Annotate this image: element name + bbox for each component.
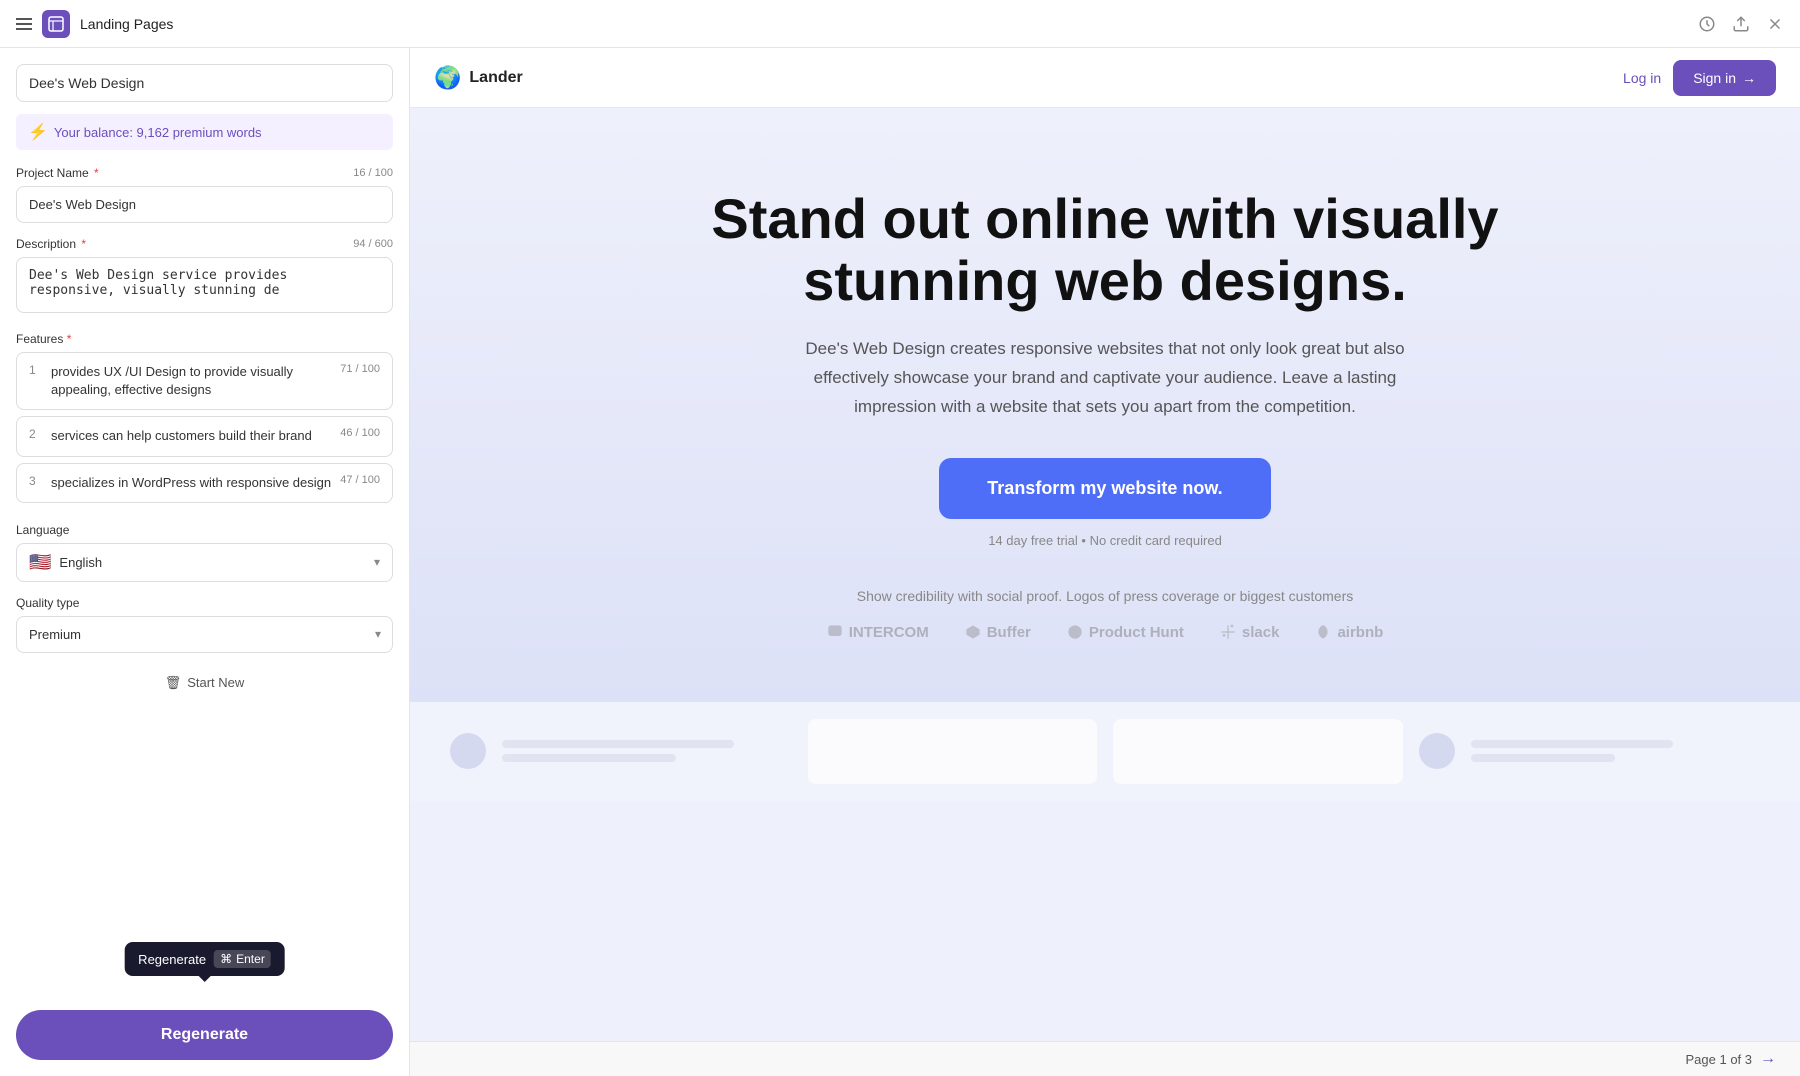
- balance-badge: ⚡ Your balance: 9,162 premium words: [16, 114, 393, 150]
- cmd-icon: ⌘: [220, 952, 232, 966]
- preview-brand: 🌍 Lander: [434, 65, 523, 91]
- description-section: Description * 94 / 600 Dee's Web Design …: [16, 237, 393, 318]
- feature-item-3[interactable]: 3 specializes in WordPress with responsi…: [16, 463, 393, 503]
- regenerate-section: Regenerate ⌘ Enter Regenerate: [16, 994, 393, 1060]
- trial-text: 14 day free trial • No credit card requi…: [988, 533, 1222, 548]
- hero-subtext: Dee's Web Design creates responsive webs…: [805, 335, 1405, 422]
- preview-nav-actions: Log in Sign in →: [1623, 60, 1776, 96]
- signin-arrow: →: [1742, 70, 1756, 86]
- language-dropdown-arrow: ▾: [374, 555, 380, 569]
- main-layout: Dee's Web Design ⚡ Your balance: 9,162 p…: [0, 48, 1800, 1076]
- language-label: Language: [16, 523, 393, 537]
- titlebar-controls: [1698, 15, 1784, 33]
- project-name-display: Dee's Web Design: [16, 64, 393, 102]
- logo-airbnb: airbnb: [1315, 624, 1383, 641]
- description-label: Description * 94 / 600: [16, 237, 393, 251]
- page-indicator-text: Page 1 of 3: [1686, 1052, 1753, 1067]
- logo-slack: slack: [1220, 624, 1280, 641]
- features-section: Features * 1 provides UX /UI Design to p…: [16, 332, 393, 509]
- strip-line: [1471, 754, 1616, 762]
- preview-navbar: 🌍 Lander Log in Sign in →: [410, 48, 1800, 108]
- language-value: English: [59, 555, 366, 570]
- brand-name: Lander: [469, 69, 522, 87]
- strip-circle-1: [450, 733, 486, 769]
- description-input[interactable]: Dee's Web Design service provides respon…: [16, 257, 393, 313]
- strip-card-1: [808, 719, 1098, 784]
- share-icon[interactable]: [1732, 15, 1750, 33]
- globe-icon: 🌍: [434, 65, 461, 91]
- strip-line: [1471, 740, 1674, 748]
- preview-strip: [410, 701, 1800, 801]
- start-new-button[interactable]: 🗑 Start New: [16, 667, 393, 699]
- logo-intercom: INTERCOM: [827, 624, 929, 641]
- page-next-arrow[interactable]: →: [1760, 1050, 1776, 1068]
- right-panel: 🌍 Lander Log in Sign in → Stand out onli…: [410, 48, 1800, 1076]
- strip-card-2: [1113, 719, 1403, 784]
- signin-label: Sign in: [1693, 70, 1736, 86]
- preview-content: Stand out online with visually stunning …: [410, 108, 1800, 1041]
- feature-item-1[interactable]: 1 provides UX /UI Design to provide visu…: [16, 352, 393, 410]
- language-section: Language 🇺🇸 English ▾: [16, 523, 393, 582]
- balance-text: Your balance: 9,162 premium words: [54, 125, 262, 140]
- project-name-input[interactable]: [16, 186, 393, 223]
- strip-circle-2: [1419, 733, 1455, 769]
- titlebar-left: Landing Pages: [16, 10, 173, 38]
- flag-icon: 🇺🇸: [29, 552, 51, 573]
- strip-line: [502, 740, 734, 748]
- lightning-icon: ⚡: [28, 122, 48, 142]
- close-icon[interactable]: [1766, 15, 1784, 33]
- quality-type-select[interactable]: Premium Standard: [16, 616, 393, 653]
- logo-buffer: Buffer: [965, 624, 1031, 641]
- regenerate-tooltip: Regenerate ⌘ Enter: [124, 942, 285, 976]
- strip-lines-1: [502, 732, 792, 770]
- regenerate-label: Regenerate: [161, 1026, 248, 1044]
- logo-producthunt: Product Hunt: [1067, 624, 1184, 641]
- shortcut-badge: ⌘ Enter: [214, 950, 271, 968]
- quality-type-label: Quality type: [16, 596, 393, 610]
- signin-button[interactable]: Sign in →: [1673, 60, 1776, 96]
- left-panel: Dee's Web Design ⚡ Your balance: 9,162 p…: [0, 48, 410, 1076]
- language-select[interactable]: 🇺🇸 English ▾: [16, 543, 393, 582]
- enter-label: Enter: [236, 952, 265, 966]
- history-icon[interactable]: [1698, 15, 1716, 33]
- quality-type-select-wrapper: Premium Standard ▾: [16, 616, 393, 653]
- feature-item-2[interactable]: 2 services can help customers build thei…: [16, 416, 393, 456]
- trash-icon: 🗑: [165, 675, 182, 691]
- page-indicator: Page 1 of 3 →: [410, 1041, 1800, 1076]
- quality-type-section: Quality type Premium Standard ▾: [16, 596, 393, 653]
- tooltip-label: Regenerate: [138, 952, 206, 967]
- titlebar-title: Landing Pages: [80, 16, 173, 32]
- project-name-label: Project Name * 16 / 100: [16, 166, 393, 180]
- strip-lines-2: [1471, 732, 1761, 770]
- app-icon: [42, 10, 70, 38]
- login-link[interactable]: Log in: [1623, 70, 1661, 86]
- start-new-label: Start New: [187, 675, 244, 690]
- logos-row: INTERCOM Buffer Product Hunt slack: [827, 624, 1384, 641]
- social-proof-text: Show credibility with social proof. Logo…: [857, 588, 1353, 604]
- hero-headline: Stand out online with visually stunning …: [655, 188, 1555, 311]
- hero-cta-button[interactable]: Transform my website now.: [939, 458, 1270, 519]
- strip-line: [502, 754, 676, 762]
- regenerate-button[interactable]: Regenerate: [16, 1010, 393, 1060]
- features-label: Features *: [16, 332, 393, 346]
- project-name-section: Project Name * 16 / 100: [16, 166, 393, 223]
- hero-section: Stand out online with visually stunning …: [410, 108, 1800, 701]
- menu-icon[interactable]: [16, 18, 32, 30]
- titlebar: Landing Pages: [0, 0, 1800, 48]
